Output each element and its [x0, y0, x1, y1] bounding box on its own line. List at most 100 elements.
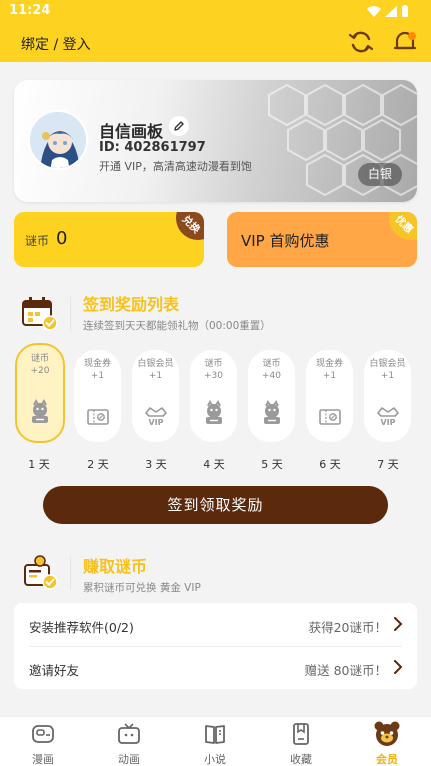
reward-amount: +40 [262, 371, 281, 381]
reward-text: 现金券 +1 [74, 358, 121, 382]
wifi-icon [367, 5, 381, 17]
exchange-corner-label: 兑换 [179, 213, 202, 236]
reward-name: 现金券 [315, 359, 343, 369]
reward-name: 谜币 [30, 354, 49, 364]
chevron-right-icon [394, 617, 403, 631]
profile-card[interactable]: 自信画板 ID: 402861797 开通 VIP，高清高速动漫看到饱 白银 [14, 80, 417, 202]
svg-text:VIP: VIP [380, 418, 395, 426]
signin-day-3[interactable]: 白银会员 +1 VIP [132, 350, 179, 442]
earn-subtitle: 累积谜币可兑换 黄金 VIP [83, 582, 201, 594]
bottom-nav: 漫画 动画 小说 收藏 会员 [0, 716, 431, 766]
level-badge: 白银 [357, 163, 402, 186]
chevron-right-icon [394, 660, 403, 674]
signin-day-7[interactable]: 白银会员 +1 VIP [364, 350, 411, 442]
nav-label: 会员 [376, 753, 398, 766]
status-icons [367, 5, 409, 17]
vip-card-label: VIP 首购优惠 [241, 232, 330, 250]
svg-text:VIP: VIP [148, 418, 163, 426]
avatar[interactable] [28, 110, 88, 170]
nav-label: 小说 [204, 753, 226, 766]
discount-corner-label: 优惠 [392, 213, 415, 236]
signin-title: 签到奖励列表 [83, 295, 180, 314]
day-label: 5 天 [261, 458, 283, 471]
cash-coupon-icon [86, 408, 110, 430]
reward-amount: +1 [322, 371, 337, 381]
signin-day-5[interactable]: 谜币 +40 [248, 350, 295, 442]
task-invite-friends[interactable]: 邀请好友 赠送 80谜币！ [14, 646, 417, 689]
reward-text: 谜币 +30 [190, 358, 237, 382]
comic-icon [32, 725, 54, 743]
reward-amount: +1 [380, 371, 395, 381]
bookmark-icon [293, 723, 309, 745]
nav-member[interactable]: 会员 [344, 717, 430, 766]
nav-label: 收藏 [290, 753, 312, 766]
cash-coupon-icon [318, 408, 342, 430]
coin-mascot-icon [201, 400, 227, 430]
reward-text: 谜币 +40 [248, 358, 295, 382]
signin-day-4[interactable]: 谜币 +30 [190, 350, 237, 442]
nickname: 自信画板 [99, 122, 164, 141]
task-label: 安装推荐软件(0/2) [29, 620, 134, 635]
notification-bell-icon[interactable] [392, 29, 418, 55]
nav-novels[interactable]: 小说 [172, 717, 258, 766]
refresh-icon[interactable] [348, 29, 374, 55]
vip-crown-icon: VIP [143, 404, 169, 430]
reward-amount: +30 [204, 371, 223, 381]
bind-login-link[interactable]: 绑定 / 登入 [21, 34, 91, 54]
reward-text: 白银会员 +1 [132, 358, 179, 382]
task-install-apps[interactable]: 安装推荐软件(0/2) 获得20谜币！ [14, 603, 417, 646]
nav-label: 漫画 [32, 753, 54, 766]
signal-icon [385, 5, 397, 17]
nav-anime[interactable]: 动画 [86, 717, 172, 766]
day-label: 2 天 [87, 458, 109, 471]
reward-text: 现金券 +1 [306, 358, 353, 382]
reward-name: 白银会员 [369, 359, 406, 369]
discount-corner-badge: 优惠 [389, 212, 417, 240]
section-divider [70, 556, 71, 590]
vip-promo-text[interactable]: 开通 VIP，高清高速动漫看到饱 [99, 158, 252, 174]
task-label: 邀请好友 [29, 663, 80, 678]
tv-icon [118, 723, 140, 744]
edit-nickname-button[interactable] [169, 116, 189, 136]
coin-label: 谜币 [25, 234, 50, 248]
battery-icon [402, 5, 408, 17]
signin-button[interactable]: 签到领取奖励 [43, 486, 388, 524]
section-divider [70, 297, 71, 331]
earn-title: 赚取谜币 [83, 557, 148, 576]
day-label: 4 天 [203, 458, 225, 471]
signin-day-6[interactable]: 现金券 +1 [306, 350, 353, 442]
reward-name: 白银会员 [137, 359, 174, 369]
status-bar: 11:24 [0, 0, 431, 22]
day-label: 6 天 [319, 458, 341, 471]
signin-day-2[interactable]: 现金券 +1 [74, 350, 121, 442]
nav-comics[interactable]: 漫画 [0, 717, 86, 766]
vip-first-purchase-card[interactable]: VIP 首购优惠 优惠 [227, 212, 417, 267]
nav-label: 动画 [118, 753, 140, 766]
status-time: 11:24 [9, 3, 51, 18]
reward-name: 谜币 [204, 359, 223, 369]
reward-text: 白银会员 +1 [364, 358, 411, 382]
pencil-icon [174, 121, 184, 131]
day-label: 3 天 [145, 458, 167, 471]
task-reward: 赠送 80谜币！ [304, 663, 387, 678]
coin-mascot-icon [259, 400, 285, 430]
reward-amount: +1 [90, 371, 105, 381]
task-reward: 获得20谜币！ [308, 620, 387, 635]
signin-day-1[interactable]: 谜币 +20 [15, 343, 65, 443]
coin-mascot-icon [27, 399, 53, 429]
calendar-check-icon [22, 297, 58, 331]
coin-card[interactable]: 谜币 0 兑换 [14, 212, 204, 267]
coin-balance: 0 [56, 228, 68, 249]
reward-text: 谜币 +20 [17, 353, 63, 377]
nav-favorites[interactable]: 收藏 [258, 717, 344, 766]
reward-amount: +1 [148, 371, 163, 381]
vip-crown-icon: VIP [375, 404, 401, 430]
book-icon [205, 725, 225, 744]
bear-member-icon [374, 721, 400, 746]
task-list: 安装推荐软件(0/2) 获得20谜币！ 邀请好友 赠送 80谜币！ [14, 603, 417, 689]
exchange-corner-badge[interactable]: 兑换 [176, 212, 204, 240]
user-id: ID: 402861797 [99, 140, 206, 155]
reward-name: 现金券 [83, 359, 111, 369]
reward-name: 谜币 [262, 359, 281, 369]
coin-task-icon [24, 555, 58, 590]
